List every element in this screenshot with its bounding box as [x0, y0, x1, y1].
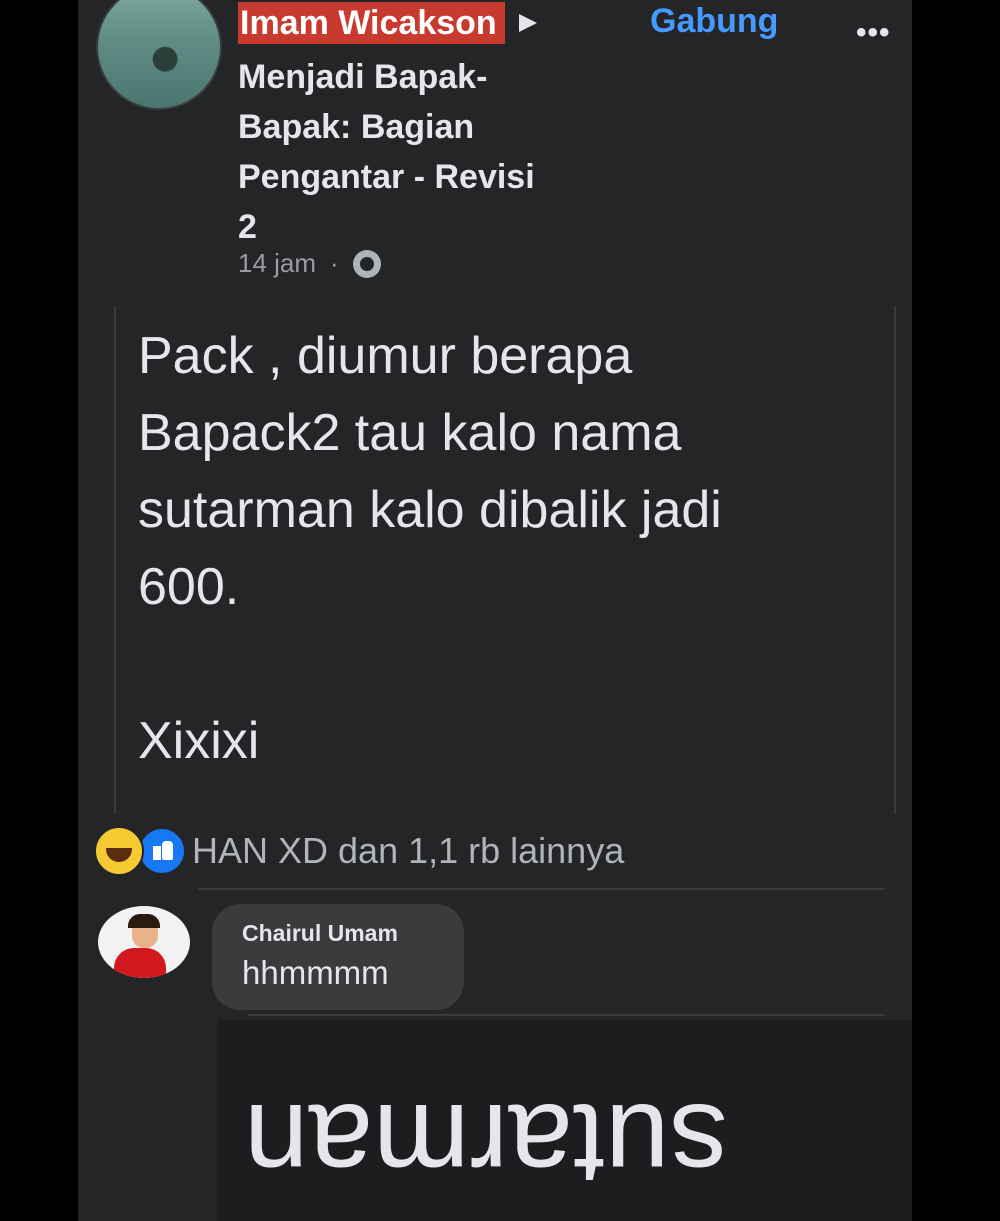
- reaction-count-text: HAN XD dan 1,1 rb lainnya: [192, 830, 625, 871]
- commenter-avatar[interactable]: [98, 906, 190, 978]
- arrow-right-icon: [518, 14, 537, 32]
- divider: [198, 888, 884, 890]
- meta-separator: ·: [330, 248, 339, 278]
- post-time[interactable]: 14 jam: [238, 248, 316, 279]
- post-text: Pack , diumur berapa Bapack2 tau kalo na…: [138, 327, 722, 770]
- divider: [248, 1014, 884, 1016]
- author-name[interactable]: Imam Wicakson: [238, 2, 505, 44]
- avatar-hair: [128, 914, 160, 928]
- haha-icon: [94, 826, 144, 876]
- like-icon: [138, 827, 186, 875]
- post-body: Pack , diumur berapa Bapack2 tau kalo na…: [114, 306, 896, 814]
- upside-down-overlay: sutarman: [218, 1020, 912, 1221]
- post-meta: 14 jam ·: [238, 248, 381, 279]
- author-avatar[interactable]: [96, 0, 222, 110]
- comment-bubble[interactable]: Chairul Umam hhmmmm: [212, 904, 464, 1010]
- globe-icon: [352, 249, 381, 278]
- group-name[interactable]: Menjadi Bapak- Bapak: Bagian Pengantar -…: [238, 52, 598, 252]
- reaction-summary[interactable]: HAN XD dan 1,1 rb lainnya: [94, 826, 624, 876]
- author-row: Imam Wicakson: [238, 2, 537, 44]
- comment-text: hhmmmm: [242, 954, 389, 991]
- post-frame: Imam Wicakson Gabung ••• Menjadi Bapak- …: [78, 0, 912, 1221]
- upside-down-text: sutarman: [244, 1080, 728, 1210]
- group-name-text: Menjadi Bapak- Bapak: Bagian Pengantar -…: [238, 58, 535, 246]
- commenter-name[interactable]: Chairul Umam: [242, 920, 398, 947]
- avatar-body: [114, 948, 166, 978]
- join-button[interactable]: Gabung: [650, 2, 778, 41]
- more-options-icon[interactable]: •••: [856, 16, 891, 50]
